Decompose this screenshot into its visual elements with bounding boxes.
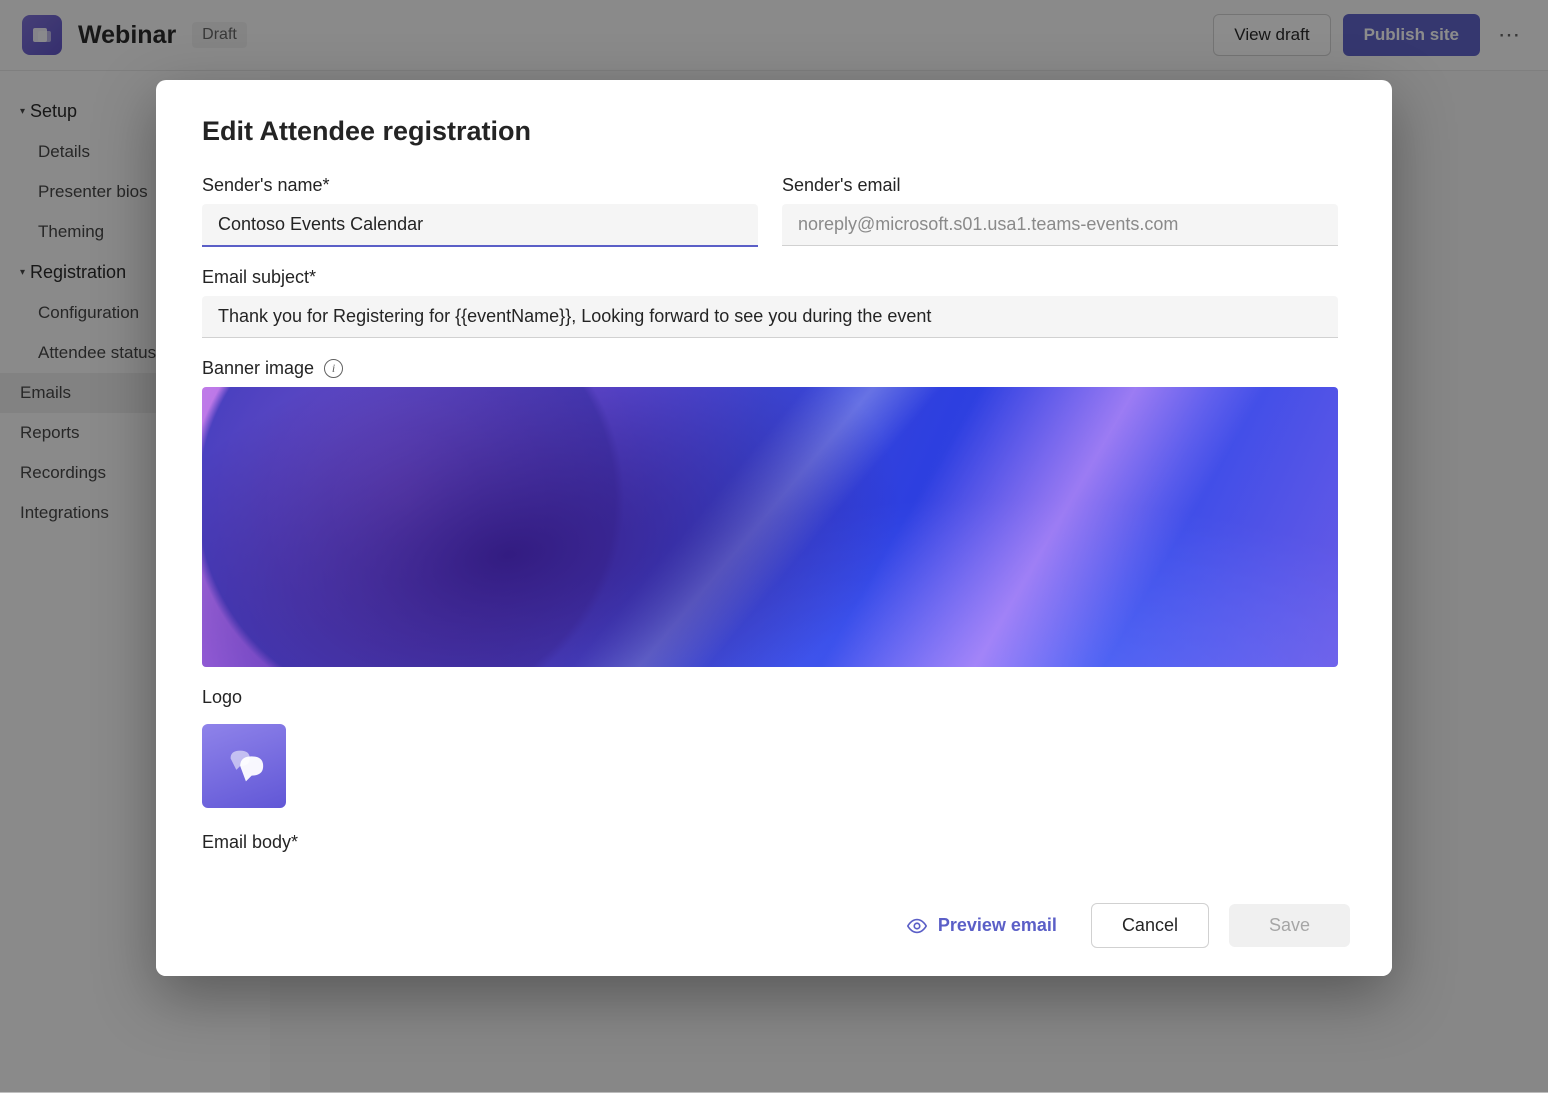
preview-email-button[interactable]: Preview email — [892, 905, 1071, 947]
edit-attendee-registration-modal: Edit Attendee registration Sender's name… — [156, 80, 1392, 976]
field-sender-email: Sender's email — [782, 175, 1338, 247]
modal-title: Edit Attendee registration — [202, 116, 1338, 147]
modal-footer: Preview email Cancel Save — [156, 883, 1392, 976]
email-subject-input[interactable] — [202, 296, 1338, 338]
field-logo: Logo — [202, 687, 1338, 808]
field-email-body: Email body* — [202, 832, 1338, 853]
sender-name-input[interactable] — [202, 204, 758, 247]
banner-label-text: Banner image — [202, 358, 314, 379]
email-subject-label: Email subject* — [202, 267, 1338, 288]
field-sender-name: Sender's name* — [202, 175, 758, 247]
field-email-subject: Email subject* — [202, 267, 1338, 338]
sender-name-label: Sender's name* — [202, 175, 758, 196]
modal-overlay: Edit Attendee registration Sender's name… — [0, 0, 1548, 1092]
field-banner: Banner image i — [202, 358, 1338, 667]
cancel-button[interactable]: Cancel — [1091, 903, 1209, 948]
sender-email-label: Sender's email — [782, 175, 1338, 196]
preview-email-label: Preview email — [938, 915, 1057, 936]
eye-icon — [906, 915, 928, 937]
form-row-subject: Email subject* — [202, 267, 1338, 338]
logo-image[interactable] — [202, 724, 286, 808]
banner-label: Banner image i — [202, 358, 1338, 379]
modal-scroll[interactable]: Edit Attendee registration Sender's name… — [156, 80, 1392, 883]
banner-image[interactable] — [202, 387, 1338, 667]
sender-email-input — [782, 204, 1338, 246]
info-icon[interactable]: i — [324, 359, 343, 378]
logo-label: Logo — [202, 687, 1338, 708]
email-body-label: Email body* — [202, 832, 1338, 853]
form-row-sender: Sender's name* Sender's email — [202, 175, 1338, 247]
save-button: Save — [1229, 904, 1350, 947]
